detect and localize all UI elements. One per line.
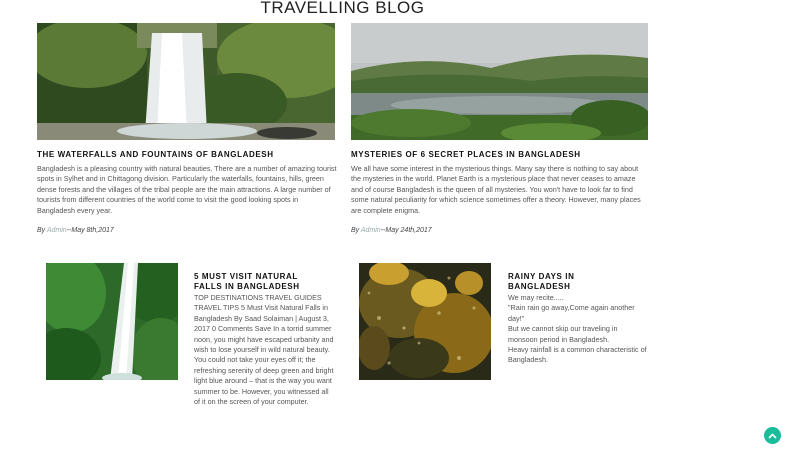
body-line: But we cannot skip our traveling in mons… — [508, 324, 618, 344]
body-line: Heavy rainfall is a common characteristi… — [508, 345, 647, 365]
body-line: We may recite..... — [508, 293, 564, 302]
post-meta: By Admin--May 24th,2017 — [351, 226, 432, 236]
post-title[interactable]: THE WATERFALLS AND FOUNTAINS OF BANGLADE… — [37, 150, 337, 160]
body-line: "Rain rain go away,Come again another da… — [508, 303, 635, 323]
post-excerpt: TOP DESTINATIONS TRAVEL GUIDES TRAVEL TI… — [194, 293, 334, 407]
waterfall-image[interactable] — [37, 23, 335, 140]
chevron-up-icon — [768, 432, 777, 439]
post-title[interactable]: RAINY DAYS IN BANGLADESH — [508, 272, 618, 292]
by-label: By — [37, 227, 46, 234]
author-link[interactable]: Admin — [361, 227, 381, 234]
post-meta: By Admin--May 8th,2017 — [37, 226, 114, 236]
forest-waterfall-image[interactable] — [46, 263, 178, 380]
post-title[interactable]: 5 MUST VISIT NATURAL FALLS IN BANGLADESH — [194, 272, 324, 292]
post-date: --May 24th,2017 — [380, 227, 432, 234]
lake-image[interactable] — [351, 23, 648, 140]
rainy-window-image[interactable] — [359, 263, 491, 380]
post-excerpt: We may recite..... "Rain rain go away,Co… — [508, 293, 648, 366]
by-label: By — [351, 227, 360, 234]
post-excerpt: Bangladesh is a pleasing country with na… — [37, 164, 337, 215]
page-title: TRAVELLING BLOG — [260, 0, 425, 17]
post-date: --May 8th,2017 — [66, 227, 114, 234]
scroll-to-top-button[interactable] — [764, 427, 781, 444]
post-excerpt: We all have some interest in the mysteri… — [351, 164, 641, 215]
author-link[interactable]: Admin — [47, 227, 67, 234]
post-title[interactable]: MYSTERIES OF 6 SECRET PLACES IN BANGLADE… — [351, 150, 651, 160]
